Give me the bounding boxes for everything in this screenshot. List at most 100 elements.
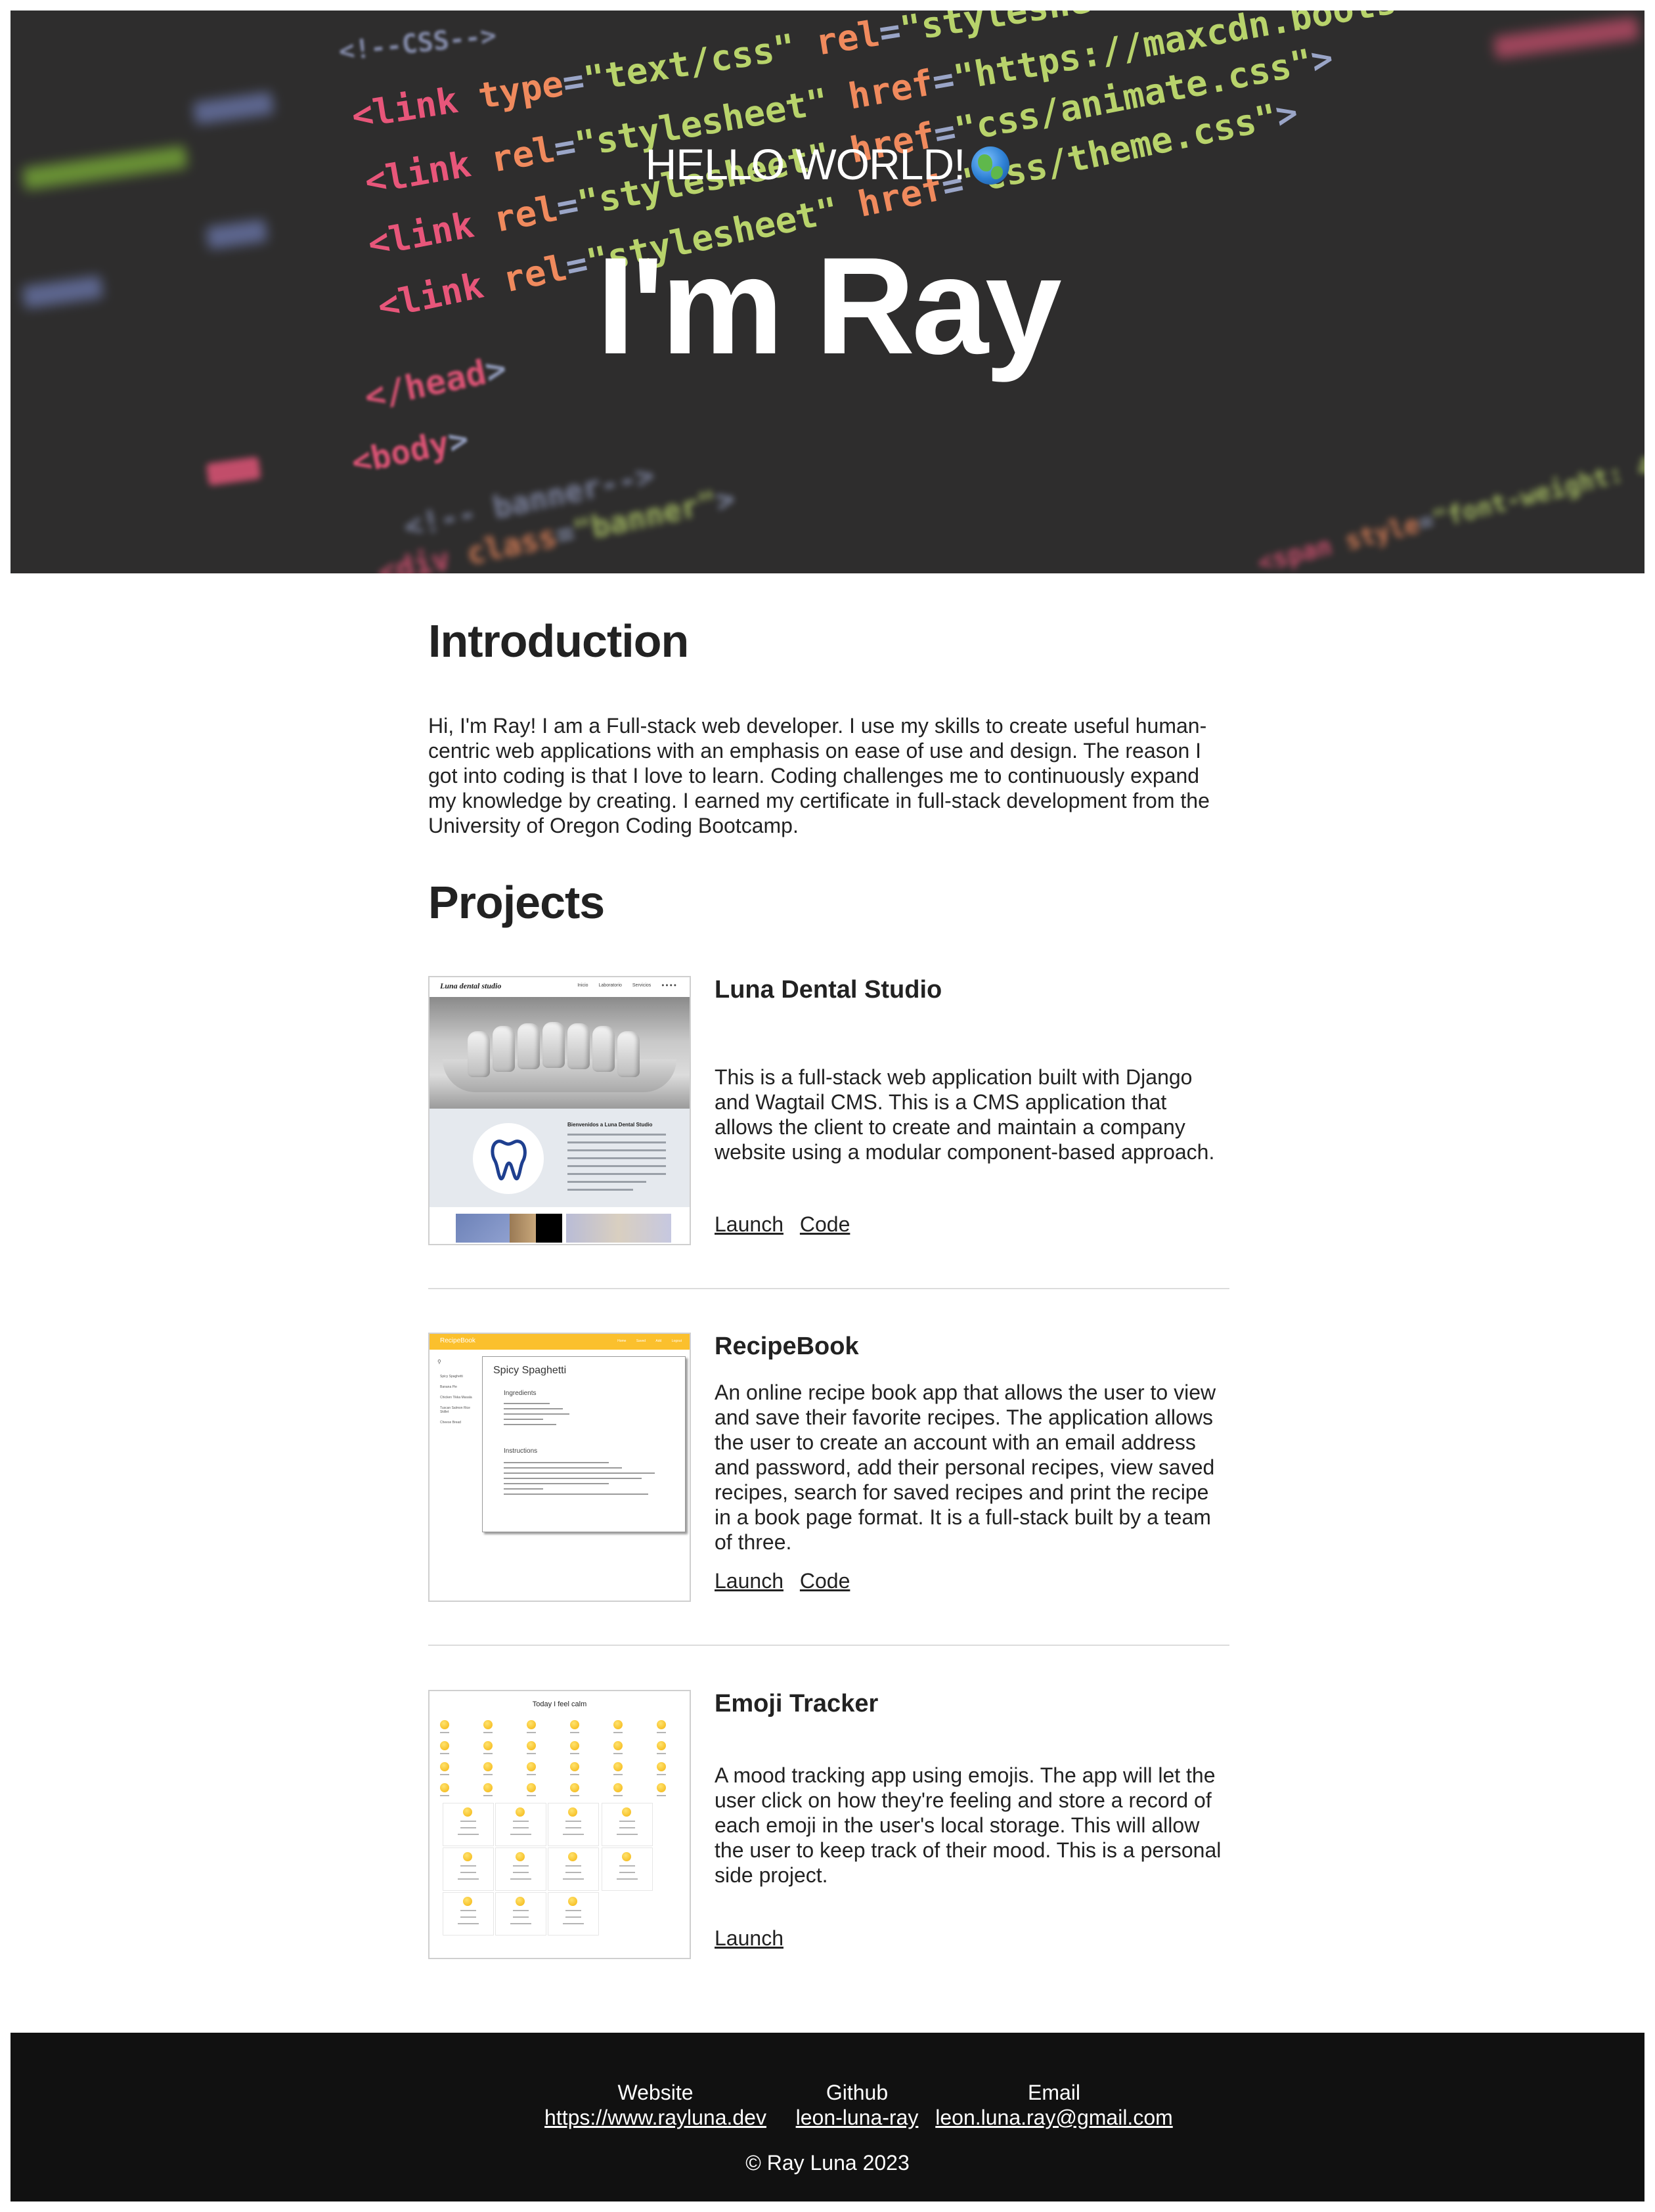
thumb-photo <box>510 1214 536 1243</box>
mood-record-text <box>565 1865 581 1867</box>
code-line: <span style="font-weight: 400; white-spa… <box>1254 397 1644 573</box>
mood-record-text <box>563 1923 584 1924</box>
mood-emoji-icon <box>483 1720 493 1729</box>
project-card-emoji-tracker: Today I feel calm Emoji Tracker A mood t… <box>428 1690 1229 1960</box>
mood-label <box>570 1732 579 1733</box>
thumb-text-line <box>504 1472 655 1474</box>
thumb-text-line <box>504 1483 609 1484</box>
mood-record-text <box>565 1916 581 1918</box>
thumb-text-line <box>504 1403 550 1404</box>
footer-website-link[interactable]: https://www.rayluna.dev <box>544 2106 766 2129</box>
tooth-shape <box>542 1022 565 1068</box>
mood-emoji-icon <box>568 1897 577 1906</box>
mood-record-text <box>460 1865 476 1867</box>
project-description: A mood tracking app using emojis. The ap… <box>715 1763 1222 1887</box>
mood-emoji-icon <box>463 1852 472 1861</box>
tooth-logo-circle <box>473 1123 544 1194</box>
launch-link[interactable]: Launch <box>715 1212 783 1236</box>
thumb-text-line <box>567 1189 633 1191</box>
mood-record-text <box>460 1827 476 1828</box>
thumb-logo: Luna dental studio <box>440 981 502 990</box>
intro-text: Hi, I'm Ray! I am a Full-stack web devel… <box>428 714 1210 837</box>
project-card-recipebook: RecipeBook Home Saved Add Logout ⚲ Spicy… <box>428 1333 1229 1603</box>
project-links: Launch Code <box>715 1212 860 1237</box>
mood-emoji-icon <box>440 1741 449 1750</box>
thumb-photo <box>566 1214 671 1243</box>
mood-emoji-icon <box>440 1783 449 1792</box>
thumb-text-line <box>504 1467 622 1469</box>
tooth-shape <box>518 1023 540 1069</box>
mood-emoji-icon <box>657 1783 666 1792</box>
project-thumbnail-emoji-tracker[interactable]: Today I feel calm <box>428 1690 691 1959</box>
footer-email-link[interactable]: leon.luna.ray@gmail.com <box>935 2106 1173 2129</box>
mood-emoji-icon <box>570 1762 579 1771</box>
tooth-shape <box>468 1031 490 1077</box>
tooth-icon <box>491 1139 527 1181</box>
mood-emoji-icon <box>527 1762 536 1771</box>
mood-emoji-icon <box>570 1783 579 1792</box>
thumb-sidebar: Spicy Spaghetti Banana Pie Chicken Tikka… <box>440 1375 478 1431</box>
mood-record-text <box>565 1872 581 1873</box>
hero-banner: <!--CSS--><link type="text/css" rel="sty… <box>11 11 1644 573</box>
footer: Website https://www.rayluna.dev Github l… <box>11 2033 1644 2201</box>
mood-label <box>570 1753 579 1754</box>
mood-emoji-icon <box>568 1852 577 1861</box>
mood-record-card <box>443 1892 494 1936</box>
thumb-text-line <box>504 1493 648 1495</box>
mood-emoji-icon <box>516 1852 525 1861</box>
mood-emoji-icon <box>657 1762 666 1771</box>
project-card-luna-dental: Luna dental studio Inicio Laboratorio Se… <box>428 976 1229 1247</box>
mood-record-text <box>565 1910 581 1911</box>
mood-record-text <box>513 1827 529 1828</box>
code-line: <!--CSS--> <box>337 20 498 67</box>
teeth-model-photo <box>430 997 690 1109</box>
mood-record-card <box>548 1803 599 1846</box>
mood-label <box>440 1753 449 1754</box>
code-link[interactable]: Code <box>800 1569 850 1593</box>
mood-label <box>527 1774 536 1775</box>
mood-record-text <box>510 1878 531 1880</box>
code-fragment <box>1493 16 1640 59</box>
thumb-text-line <box>504 1488 543 1490</box>
search-icon: ⚲ <box>437 1359 441 1365</box>
intro-heading: Introduction <box>428 615 689 667</box>
thumb-welcome-heading: Bienvenidos a Luna Dental Studio <box>567 1122 653 1128</box>
thumb-nav-link: Logout <box>671 1339 682 1343</box>
launch-link[interactable]: Launch <box>715 1926 783 1950</box>
mood-label <box>440 1774 449 1775</box>
thumb-text-line <box>504 1408 563 1409</box>
project-title: Emoji Tracker <box>715 1690 879 1717</box>
thumb-side-item: Banana Pie <box>440 1385 457 1389</box>
mood-emoji-icon <box>568 1807 577 1817</box>
mood-record-text <box>565 1827 581 1828</box>
thumb-side-item: Tuscan Salmon Rice Skillet <box>440 1406 470 1414</box>
thumb-ingredients-label: Ingredients <box>504 1390 537 1397</box>
project-divider <box>428 1645 1229 1646</box>
project-thumbnail-luna-dental[interactable]: Luna dental studio Inicio Laboratorio Se… <box>428 976 691 1245</box>
code-fragment <box>206 456 261 486</box>
thumb-side-item: Spicy Spaghetti <box>440 1375 463 1379</box>
thumb-text-line <box>567 1134 666 1136</box>
mood-record-card <box>495 1803 546 1846</box>
mood-emoji-icon <box>657 1720 666 1729</box>
mood-label <box>483 1774 493 1775</box>
launch-link[interactable]: Launch <box>715 1569 783 1593</box>
mood-record-card <box>443 1847 494 1891</box>
thumb-nav-link: Saved <box>636 1339 646 1343</box>
project-thumbnail-recipebook[interactable]: RecipeBook Home Saved Add Logout ⚲ Spicy… <box>428 1333 691 1602</box>
mood-record-text <box>619 1872 635 1873</box>
mood-emoji-icon <box>483 1783 493 1792</box>
mood-label <box>440 1795 449 1796</box>
footer-github-link[interactable]: leon-luna-ray <box>796 2106 919 2129</box>
mood-emoji-icon <box>463 1897 472 1906</box>
mood-record-text <box>510 1834 531 1835</box>
projects-heading: Projects <box>428 877 605 928</box>
thumb-text-line <box>504 1462 609 1463</box>
thumb-nav-links: Inicio Laboratorio Servicios ● ● ● ● <box>568 983 676 988</box>
mood-emoji-icon <box>440 1720 449 1729</box>
page: <!--CSS--><link type="text/css" rel="sty… <box>11 11 1644 2201</box>
thumb-text-line <box>567 1157 666 1159</box>
mood-record-text <box>513 1916 529 1918</box>
code-link[interactable]: Code <box>800 1212 850 1236</box>
footer-github: Github leon-luna-ray <box>787 2080 927 2130</box>
